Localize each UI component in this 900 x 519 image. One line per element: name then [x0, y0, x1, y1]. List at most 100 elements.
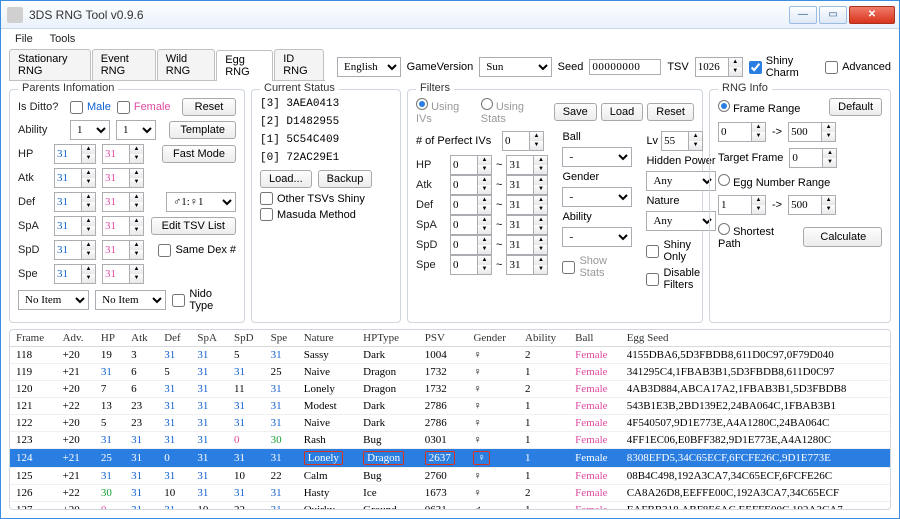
using-ivs-radio[interactable]: Using IVs: [416, 98, 471, 125]
filter-nature-select[interactable]: Any: [646, 211, 716, 231]
table-row[interactable]: 127+2003131102231QuirkyGround0631♂1Femal…: [10, 502, 890, 511]
parent-hp-female[interactable]: [102, 144, 130, 164]
minimize-button[interactable]: —: [789, 6, 817, 24]
filter-spa-lo[interactable]: [450, 215, 478, 235]
table-row[interactable]: 120+207631311131LonelyDragon1732♀2Female…: [10, 381, 890, 398]
item-female-select[interactable]: No Item: [95, 290, 166, 310]
col-frame[interactable]: Frame: [10, 330, 57, 347]
filter-def-hi[interactable]: [506, 195, 534, 215]
tsv-input[interactable]: [695, 57, 729, 77]
parent-def-female[interactable]: [102, 192, 130, 212]
filter-hp-select[interactable]: Any: [646, 171, 716, 191]
filter-spa-hi[interactable]: [506, 215, 534, 235]
parent-atk-female[interactable]: [102, 168, 130, 188]
shiny-only-checkbox[interactable]: Shiny Only: [646, 239, 716, 263]
parent-spd-male[interactable]: [54, 240, 82, 260]
tsv-down[interactable]: ▼: [729, 67, 742, 76]
parent-spd-female[interactable]: [102, 240, 130, 260]
frame-range-radio[interactable]: Frame Range: [718, 100, 800, 115]
ditto-female-checkbox[interactable]: Female: [117, 101, 171, 114]
col-nature[interactable]: Nature: [298, 330, 357, 347]
filter-spd-lo[interactable]: [450, 235, 478, 255]
filters-reset-button[interactable]: Reset: [647, 103, 694, 121]
ditto-male-checkbox[interactable]: Male: [70, 101, 111, 114]
filter-hp-lo[interactable]: [450, 155, 478, 175]
frame-to-input[interactable]: [788, 122, 822, 142]
table-row[interactable]: 122+2052331313131NaiveDark2786♀1Female4F…: [10, 415, 890, 432]
col-ability[interactable]: Ability: [519, 330, 569, 347]
table-row[interactable]: 119+213165313125NaiveDragon1732♀1Female3…: [10, 364, 890, 381]
table-row[interactable]: 123+2031313131030RashBug0301♀1Female4FF1…: [10, 432, 890, 449]
parent-spe-male[interactable]: [54, 264, 82, 284]
target-frame-input[interactable]: [789, 148, 823, 168]
item-male-select[interactable]: No Item: [18, 290, 89, 310]
same-dex-checkbox[interactable]: Same Dex #: [158, 244, 236, 257]
results-table[interactable]: FrameAdv.HPAtkDefSpASpDSpeNatureHPTypePS…: [10, 330, 890, 510]
template-button[interactable]: Template: [169, 121, 236, 139]
menu-tools[interactable]: Tools: [50, 33, 76, 45]
col-atk[interactable]: Atk: [125, 330, 158, 347]
tab-wild-rng[interactable]: Wild RNG: [157, 49, 215, 80]
filters-save-button[interactable]: Save: [554, 103, 597, 121]
parent-atk-male[interactable]: [54, 168, 82, 188]
filter-lv-input[interactable]: [661, 131, 689, 151]
table-row[interactable]: 121+22132331313131ModestDark2786♀1Female…: [10, 398, 890, 415]
parent-spe-female[interactable]: [102, 264, 130, 284]
masuda-checkbox[interactable]: Masuda Method: [260, 208, 356, 221]
shiny-charm-checkbox[interactable]: Shiny Charm: [749, 55, 819, 79]
shortest-path-radio[interactable]: Shortest Path: [718, 223, 797, 250]
col-eggseed[interactable]: Egg Seed: [621, 330, 890, 347]
language-select[interactable]: English: [337, 57, 401, 77]
col-hp[interactable]: HP: [95, 330, 125, 347]
default-button[interactable]: Default: [829, 98, 882, 116]
maximize-button[interactable]: ▭: [819, 6, 847, 24]
frame-from-input[interactable]: [718, 122, 752, 142]
nido-type-checkbox[interactable]: Nido Type: [172, 288, 236, 312]
filter-ability-select[interactable]: -: [562, 227, 632, 247]
table-row[interactable]: 124+2125310313131LonelyDragon2637♀1Femal…: [10, 449, 890, 468]
parent-def-male[interactable]: [54, 192, 82, 212]
disable-filters-checkbox[interactable]: Disable Filters: [646, 267, 716, 291]
gender-ratio-select[interactable]: ♂1:♀1: [166, 192, 236, 212]
tab-stationary-rng[interactable]: Stationary RNG: [9, 49, 91, 80]
seed-input[interactable]: [589, 59, 661, 75]
col-spd[interactable]: SpD: [228, 330, 265, 347]
egg-from-input[interactable]: [718, 195, 752, 215]
ability-female-select[interactable]: 1: [116, 120, 156, 140]
filter-atk-lo[interactable]: [450, 175, 478, 195]
col-ball[interactable]: Ball: [569, 330, 621, 347]
filter-gender-select[interactable]: -: [562, 187, 632, 207]
egg-to-input[interactable]: [788, 195, 822, 215]
tab-event-rng[interactable]: Event RNG: [92, 49, 156, 80]
backup-status-button[interactable]: Backup: [318, 170, 373, 188]
filter-spe-hi[interactable]: [506, 255, 534, 275]
close-button[interactable]: ✕: [849, 6, 895, 24]
other-tsv-checkbox[interactable]: Other TSVs Shiny: [260, 192, 365, 205]
filter-def-lo[interactable]: [450, 195, 478, 215]
col-hptype[interactable]: HPType: [357, 330, 419, 347]
table-row[interactable]: 125+21313131311022CalmBug2760♀1Female08B…: [10, 468, 890, 485]
parents-reset-button[interactable]: Reset: [182, 98, 236, 116]
parent-spa-male[interactable]: [54, 216, 82, 236]
gameversion-select[interactable]: Sun: [479, 57, 551, 77]
ability-male-select[interactable]: 1: [70, 120, 110, 140]
col-spa[interactable]: SpA: [191, 330, 228, 347]
tab-id-rng[interactable]: ID RNG: [274, 49, 324, 80]
tsv-up[interactable]: ▲: [729, 58, 742, 67]
col-spe[interactable]: Spe: [265, 330, 298, 347]
col-gender[interactable]: Gender: [467, 330, 519, 347]
menu-file[interactable]: File: [15, 33, 33, 45]
perfect-ivs-input[interactable]: [502, 131, 530, 151]
show-stats-checkbox[interactable]: Show Stats: [562, 255, 632, 279]
table-row[interactable]: 118+201933131531SassyDark1004♀2Female415…: [10, 347, 890, 364]
col-def[interactable]: Def: [158, 330, 191, 347]
filter-spe-lo[interactable]: [450, 255, 478, 275]
advanced-checkbox[interactable]: Advanced: [825, 61, 891, 74]
tab-egg-rng[interactable]: Egg RNG: [216, 50, 273, 81]
edit-tsv-button[interactable]: Edit TSV List: [151, 217, 236, 235]
calculate-button[interactable]: Calculate: [803, 227, 882, 247]
egg-range-radio[interactable]: Egg Number Range: [718, 174, 830, 189]
col-psv[interactable]: PSV: [419, 330, 468, 347]
filter-hp-hi[interactable]: [506, 155, 534, 175]
parent-hp-male[interactable]: [54, 144, 82, 164]
